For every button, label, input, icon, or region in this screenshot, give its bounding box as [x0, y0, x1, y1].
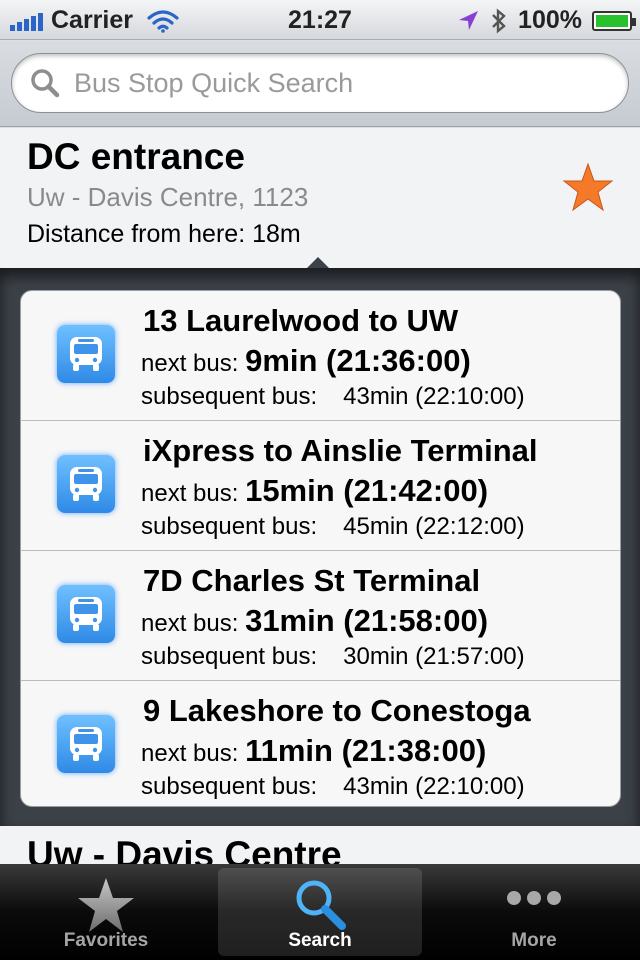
bluetooth-icon	[492, 7, 506, 34]
subsequent-bus-label: subsequent bus:	[141, 383, 318, 410]
subsequent-bus-value: 43min (22:10:00)	[343, 383, 525, 410]
subsequent-bus-value: 30min (21:57:00)	[343, 643, 525, 670]
next-bus-label: next bus:	[141, 350, 239, 377]
tab-favorites-label: Favorites	[63, 930, 149, 951]
next-stop-header[interactable]: Uw - Davis Centre	[0, 826, 640, 866]
stop-distance: Distance from here: 18m	[27, 220, 301, 248]
subsequent-bus-label: subsequent bus:	[141, 643, 318, 670]
tab-favorites[interactable]: Favorites	[4, 868, 208, 956]
magnifier-icon	[296, 880, 346, 930]
bus-icon	[57, 325, 115, 383]
next-bus: next bus: 31min (21:58:00)	[141, 603, 488, 639]
search-input[interactable]	[74, 67, 594, 99]
magnifier-icon	[31, 69, 60, 98]
ellipsis-icon	[507, 891, 561, 905]
subsequent-bus-value: 45min (22:12:00)	[343, 513, 525, 540]
tab-more-label: More	[511, 930, 557, 951]
tab-bar: Favorites Search More	[0, 864, 640, 960]
route-title: 7D Charles St Terminal	[143, 563, 481, 598]
route-row[interactable]: 13 Laurelwood to UW next bus: 9min (21:3…	[21, 291, 620, 421]
routes-list: 13 Laurelwood to UW next bus: 9min (21:3…	[20, 290, 621, 807]
subsequent-bus-label: subsequent bus:	[141, 513, 318, 540]
next-bus: next bus: 11min (21:38:00)	[141, 733, 486, 769]
next-bus: next bus: 15min (21:42:00)	[141, 473, 488, 509]
tab-search[interactable]: Search	[218, 868, 422, 956]
battery-percent: 100%	[518, 6, 582, 34]
route-row[interactable]: iXpress to Ainslie Terminal next bus: 15…	[21, 421, 620, 551]
bus-icon	[57, 585, 115, 643]
stop-subtitle: Uw - Davis Centre, 1123	[27, 182, 309, 212]
tab-search-label: Search	[288, 930, 352, 951]
location-arrow-icon	[459, 10, 479, 30]
star-icon	[78, 878, 134, 932]
star-icon[interactable]	[562, 162, 614, 212]
next-bus-label: next bus:	[141, 480, 239, 507]
next-bus-value: 9min (21:36:00)	[245, 343, 471, 378]
subsequent-bus: subsequent bus: 45min (22:12:00)	[141, 513, 525, 541]
route-title: 9 Lakeshore to Conestoga	[143, 693, 531, 728]
route-row[interactable]: 7D Charles St Terminal next bus: 31min (…	[21, 551, 620, 681]
route-row[interactable]: 9 Lakeshore to Conestoga next bus: 11min…	[21, 681, 620, 806]
next-bus-value: 31min (21:58:00)	[245, 603, 489, 638]
battery-charging-icon	[592, 10, 636, 31]
subsequent-bus: subsequent bus: 43min (22:10:00)	[141, 383, 525, 411]
status-bar: Carrier 21:27 100%	[0, 0, 640, 40]
search-field[interactable]	[11, 53, 629, 113]
next-bus: next bus: 9min (21:36:00)	[141, 343, 471, 379]
bus-icon	[57, 715, 115, 773]
next-bus-label: next bus:	[141, 610, 239, 637]
bus-icon	[57, 455, 115, 513]
next-bus-label: next bus:	[141, 740, 239, 767]
route-title: 13 Laurelwood to UW	[143, 303, 459, 338]
next-bus-value: 15min (21:42:00)	[245, 473, 489, 508]
subsequent-bus-value: 43min (22:10:00)	[343, 773, 525, 800]
stop-header[interactable]: DC entrance Uw - Davis Centre, 1123 Dist…	[0, 128, 640, 268]
subsequent-bus: subsequent bus: 43min (22:10:00)	[141, 773, 525, 801]
next-bus-value: 11min (21:38:00)	[245, 733, 487, 768]
tab-more[interactable]: More	[432, 868, 636, 956]
subsequent-bus-label: subsequent bus:	[141, 773, 318, 800]
next-stop-name: Uw - Davis Centre	[27, 834, 342, 866]
search-bar	[0, 41, 640, 127]
route-title: iXpress to Ainslie Terminal	[143, 433, 538, 468]
stop-name: DC entrance	[27, 136, 245, 177]
subsequent-bus: subsequent bus: 30min (21:57:00)	[141, 643, 525, 671]
